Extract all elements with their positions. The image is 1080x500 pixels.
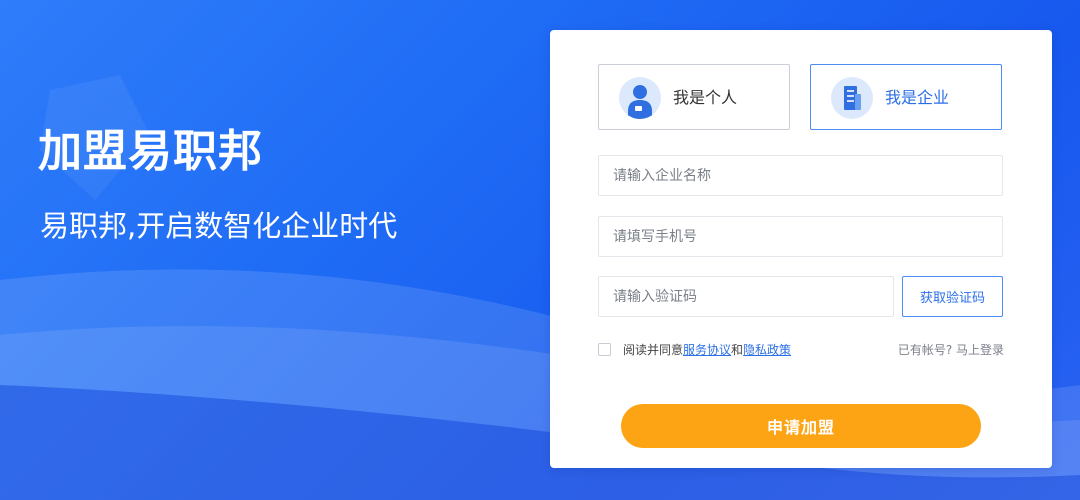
type-option-company[interactable]: 我是企业 — [810, 64, 1002, 130]
type-option-personal[interactable]: 我是个人 — [598, 64, 790, 130]
verification-code-input[interactable] — [598, 276, 894, 317]
hero-title: 加盟易职邦 — [38, 126, 263, 177]
login-link[interactable]: 已有帐号? 马上登录 — [898, 340, 1004, 360]
get-code-button[interactable]: 获取验证码 — [902, 276, 1003, 317]
service-agreement-link[interactable]: 服务协议 — [683, 343, 731, 357]
apply-join-button[interactable]: 申请加盟 — [621, 404, 981, 448]
person-icon — [619, 77, 661, 119]
type-option-personal-label: 我是个人 — [673, 88, 738, 107]
join-page: 加盟易职邦 易职邦,开启数智化企业时代 我是个人 我是企业 请输入企业名称 请填… — [0, 0, 1080, 500]
agreement-checkbox[interactable] — [598, 343, 611, 356]
company-name-input[interactable] — [598, 155, 1003, 196]
privacy-policy-link[interactable]: 隐私政策 — [743, 343, 791, 357]
agreement-prefix: 阅读并同意 — [623, 343, 684, 357]
phone-input[interactable] — [598, 216, 1003, 257]
agreement-joiner: 和 — [731, 343, 744, 357]
join-form-card: 我是个人 我是企业 获取验证码 阅读并同意服务协议和隐私政策 已有帐号? 马上登… — [550, 30, 1052, 468]
building-icon — [831, 77, 873, 119]
hero-subtitle: 易职邦,开启数智化企业时代 — [40, 209, 398, 243]
agreement-text: 阅读并同意服务协议和隐私政策 — [623, 340, 791, 360]
type-option-company-label: 我是企业 — [885, 88, 950, 107]
